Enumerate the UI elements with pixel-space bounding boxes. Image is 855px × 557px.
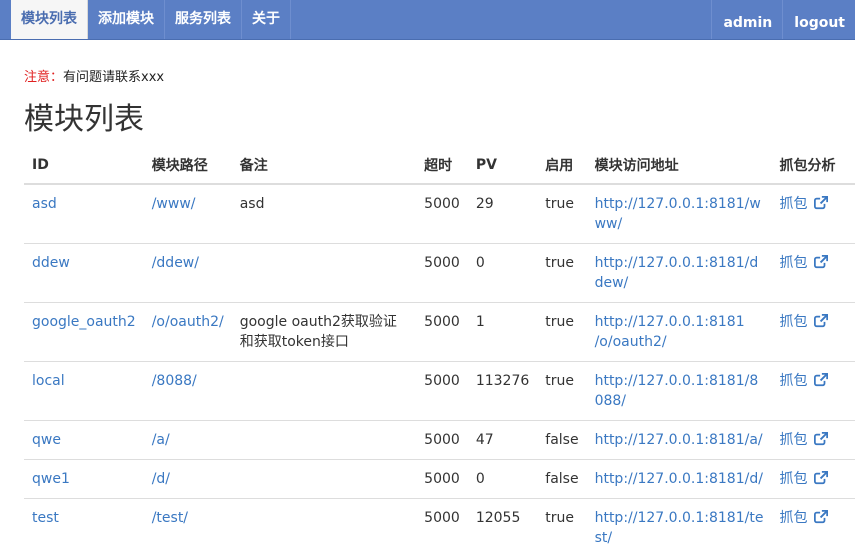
table-row: qwe/a/500047false http://127.0.0.1:8181/a…	[24, 421, 855, 460]
external-link-icon[interactable]	[814, 196, 828, 210]
nav-user-area: admin logout	[711, 0, 855, 39]
module-timeout: 5000	[416, 460, 468, 499]
notice-label: 注意：	[24, 70, 63, 85]
module-path-link[interactable]: /ddew/	[152, 255, 199, 271]
module-url-link[interactable]: http://127.0.0.1:8181/ddew/	[595, 255, 759, 291]
module-id-link[interactable]: ddew	[32, 255, 70, 271]
capture-link[interactable]: 抓包	[780, 510, 808, 526]
tab-module-list[interactable]: 模块列表	[11, 0, 88, 39]
module-enabled: false	[537, 460, 586, 499]
module-pv: 29	[468, 184, 537, 244]
header-id: ID	[24, 146, 144, 184]
module-url-link[interactable]: http://127.0.0.1:8181/www/	[595, 196, 761, 232]
table-row: test/test/500012055truehttp://127.0.0.1:…	[24, 499, 855, 557]
module-note	[232, 244, 416, 303]
module-url-link[interactable]: http://127.0.0.1:8181/8088/	[595, 373, 759, 409]
header-enabled: 启用	[537, 146, 586, 184]
module-timeout: 5000	[416, 421, 468, 460]
capture-link[interactable]: 抓包	[780, 432, 808, 448]
module-note	[232, 421, 416, 460]
header-timeout: 超时	[416, 146, 468, 184]
page-title: 模块列表	[24, 100, 144, 140]
user-admin-link[interactable]: admin	[711, 0, 782, 39]
table-header-row: ID 模块路径 备注 超时 PV 启用 模块访问地址 抓包分析	[24, 146, 855, 184]
tab-add-module[interactable]: 添加模块	[88, 0, 165, 39]
module-path-link[interactable]: /o/oauth2/	[152, 314, 224, 330]
module-pv: 0	[468, 460, 537, 499]
table-body: asd/www/asd500029truehttp://127.0.0.1:81…	[24, 184, 855, 557]
external-link-icon[interactable]	[814, 255, 828, 269]
top-navbar: 模块列表 添加模块 服务列表 关于 admin logout	[0, 0, 855, 40]
notice-text: 有问题请联系xxx	[63, 70, 164, 85]
module-pv: 113276	[468, 362, 537, 421]
module-id-link[interactable]: local	[32, 373, 65, 389]
external-link-icon[interactable]	[814, 471, 828, 485]
module-url-link[interactable]: http://127.0.0.1:8181/d/	[595, 471, 763, 487]
table-row: ddew/ddew/50000truehttp://127.0.0.1:8181…	[24, 244, 855, 303]
module-enabled: true	[537, 362, 586, 421]
module-pv: 12055	[468, 499, 537, 557]
module-timeout: 5000	[416, 362, 468, 421]
module-enabled: true	[537, 244, 586, 303]
capture-link[interactable]: 抓包	[780, 314, 808, 330]
module-note	[232, 460, 416, 499]
module-id-link[interactable]: google_oauth2	[32, 314, 136, 330]
module-timeout: 5000	[416, 303, 468, 362]
module-id-link[interactable]: test	[32, 510, 59, 526]
tab-service-list[interactable]: 服务列表	[165, 0, 242, 39]
tab-about[interactable]: 关于	[242, 0, 291, 39]
external-link-icon[interactable]	[814, 373, 828, 387]
module-path-link[interactable]: /a/	[152, 432, 170, 448]
module-url-link[interactable]: http://127.0.0.1:8181/test/	[595, 510, 764, 546]
capture-link[interactable]: 抓包	[780, 196, 808, 212]
module-enabled: true	[537, 184, 586, 244]
external-link-icon[interactable]	[814, 432, 828, 446]
module-enabled: false	[537, 421, 586, 460]
module-pv: 1	[468, 303, 537, 362]
module-path-link[interactable]: /8088/	[152, 373, 197, 389]
logout-link[interactable]: logout	[782, 0, 855, 39]
external-link-icon[interactable]	[814, 510, 828, 524]
module-note: asd	[232, 184, 416, 244]
notice: 注意：有问题请联系xxx	[24, 66, 164, 85]
capture-link[interactable]: 抓包	[780, 373, 808, 389]
module-timeout: 5000	[416, 184, 468, 244]
module-url-link[interactable]: http://127.0.0.1:8181/a/	[595, 432, 763, 448]
module-path-link[interactable]: /test/	[152, 510, 188, 526]
module-enabled: true	[537, 303, 586, 362]
table-row: asd/www/asd500029truehttp://127.0.0.1:81…	[24, 184, 855, 244]
external-link-icon[interactable]	[814, 314, 828, 328]
module-timeout: 5000	[416, 499, 468, 557]
module-id-link[interactable]: qwe	[32, 432, 61, 448]
header-note: 备注	[232, 146, 416, 184]
header-pv: PV	[468, 146, 537, 184]
header-path: 模块路径	[144, 146, 232, 184]
table-row: qwe1/d/50000false http://127.0.0.1:8181/d…	[24, 460, 855, 499]
module-table: ID 模块路径 备注 超时 PV 启用 模块访问地址 抓包分析 asd/www/…	[24, 146, 855, 557]
module-timeout: 5000	[416, 244, 468, 303]
module-pv: 47	[468, 421, 537, 460]
module-note	[232, 499, 416, 557]
nav-tabs: 模块列表 添加模块 服务列表 关于	[11, 0, 291, 39]
module-path-link[interactable]: /d/	[152, 471, 170, 487]
module-pv: 0	[468, 244, 537, 303]
module-path-link[interactable]: /www/	[152, 196, 196, 212]
module-note: google oauth2获取验证和获取token接口	[232, 303, 416, 362]
module-note	[232, 362, 416, 421]
table-row: local/8088/5000113276truehttp://127.0.0.…	[24, 362, 855, 421]
module-id-link[interactable]: asd	[32, 196, 57, 212]
module-url-link[interactable]: http://127.0.0.1:8181/o/oauth2/	[595, 314, 745, 350]
header-capture: 抓包分析	[772, 146, 855, 184]
module-enabled: true	[537, 499, 586, 557]
table-row: google_oauth2/o/oauth2/google oauth2获取验证…	[24, 303, 855, 362]
module-id-link[interactable]: qwe1	[32, 471, 70, 487]
capture-link[interactable]: 抓包	[780, 255, 808, 271]
header-url: 模块访问地址	[587, 146, 772, 184]
capture-link[interactable]: 抓包	[780, 471, 808, 487]
